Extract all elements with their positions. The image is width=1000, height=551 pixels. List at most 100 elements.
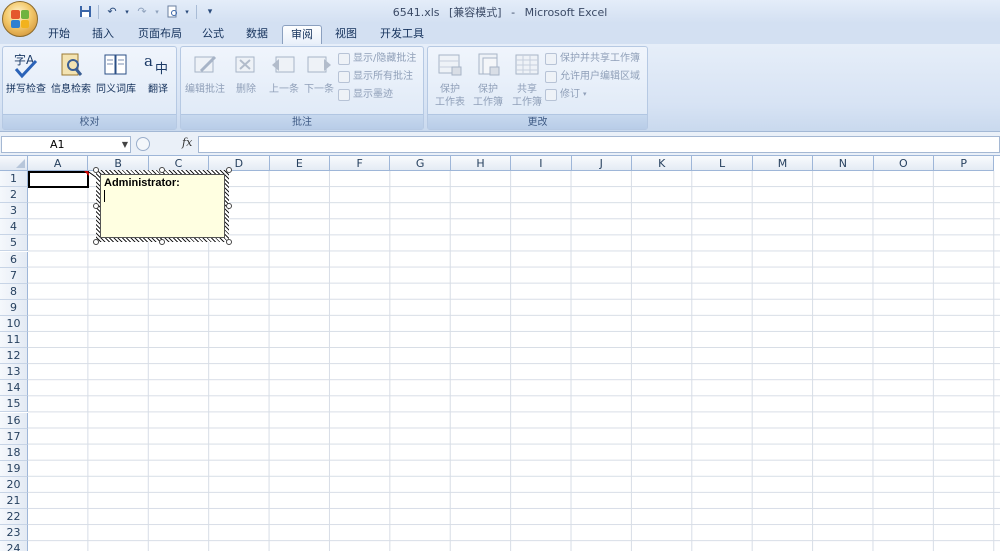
column-header-p[interactable]: P (934, 156, 995, 171)
row-header-3[interactable]: 3 (0, 203, 28, 220)
column-header-a[interactable]: A (28, 156, 89, 171)
row-header-14[interactable]: 14 (0, 380, 28, 397)
row-header-15[interactable]: 15 (0, 396, 28, 413)
name-box[interactable]: A1 ▼ (1, 136, 131, 153)
track-changes-dropdown-icon[interactable]: ▾ (583, 86, 587, 103)
resize-handle-r[interactable] (226, 203, 232, 209)
share-workbook-button[interactable]: 共享 工作簿 (506, 51, 548, 109)
show-all-comments-button[interactable]: 显示所有批注 (338, 68, 413, 85)
show-ink-icon (338, 88, 350, 101)
column-header-l[interactable]: L (692, 156, 753, 171)
protect-share-workbook-icon (545, 52, 557, 65)
research-button[interactable]: 信息检索 (50, 51, 92, 109)
column-header-d[interactable]: D (209, 156, 270, 171)
edit-comment-button[interactable]: 编辑批注 (184, 51, 226, 109)
column-header-i[interactable]: I (511, 156, 572, 171)
thesaurus-button[interactable]: 同义词库 (95, 51, 137, 109)
row-header-17[interactable]: 17 (0, 428, 28, 445)
resize-handle-bl[interactable] (93, 239, 99, 245)
resize-handle-br[interactable] (226, 239, 232, 245)
formula-input[interactable] (198, 136, 1000, 153)
ribbon-tabs: 开始 插入 页面布局 公式 数据 审阅 视图 开发工具 (0, 23, 1000, 44)
next-comment-button[interactable]: 下一条 (298, 51, 340, 109)
row-header-9[interactable]: 9 (0, 299, 28, 316)
column-header-o[interactable]: O (873, 156, 934, 171)
resize-handle-b[interactable] (159, 239, 165, 245)
show-hide-comment-label: 显示/隐藏批注 (353, 53, 417, 64)
row-header-12[interactable]: 12 (0, 348, 28, 365)
row-header-10[interactable]: 10 (0, 315, 28, 332)
column-header-m[interactable]: M (752, 156, 814, 171)
comment-box[interactable]: Administrator: (93, 167, 232, 245)
column-header-k[interactable]: K (632, 156, 693, 171)
comment-text-area[interactable]: Administrator: (100, 174, 225, 238)
spelling-button[interactable]: 字A 拼写检查 (5, 51, 47, 109)
tab-insert[interactable]: 插入 (84, 25, 122, 44)
column-header-n[interactable]: N (813, 156, 874, 171)
spelling-label: 拼写检查 (6, 84, 46, 95)
row-header-16[interactable]: 16 (0, 412, 28, 429)
name-box-dropdown-icon[interactable]: ▼ (122, 137, 128, 152)
protect-workbook-line1: 保护 (478, 84, 498, 95)
row-header-1[interactable]: 1 (0, 171, 28, 188)
expand-formula-icon[interactable] (136, 137, 150, 151)
column-header-f[interactable]: F (330, 156, 391, 171)
row-header-4[interactable]: 4 (0, 219, 28, 236)
share-workbook-icon (513, 51, 541, 79)
tab-view[interactable]: 视图 (327, 25, 365, 44)
excel-window: ↶ ▾ ↷ ▾ ▾ ▾ 6541.xls [兼容模式] - Microsoft … (0, 0, 1000, 551)
edit-comment-icon (191, 51, 219, 79)
row-header-8[interactable]: 8 (0, 283, 28, 300)
protect-workbook-button[interactable]: 保护 工作簿 (467, 51, 509, 109)
edit-comment-label: 编辑批注 (185, 84, 225, 95)
resize-handle-t[interactable] (159, 167, 165, 173)
name-box-value: A1 (50, 138, 65, 151)
resize-handle-l[interactable] (93, 203, 99, 209)
delete-comment-button[interactable]: 删除 (225, 51, 267, 109)
row-header-23[interactable]: 23 (0, 525, 28, 542)
row-header-7[interactable]: 7 (0, 267, 28, 284)
office-button[interactable] (2, 1, 38, 37)
resize-handle-tl[interactable] (93, 167, 99, 173)
show-ink-button[interactable]: 显示墨迹 (338, 86, 393, 103)
track-changes-button[interactable]: 修订 ▾ (545, 86, 587, 103)
row-header-11[interactable]: 11 (0, 332, 28, 349)
row-header-18[interactable]: 18 (0, 444, 28, 461)
resize-handle-tr[interactable] (226, 167, 232, 173)
column-header-c[interactable]: C (148, 156, 210, 171)
row-header-21[interactable]: 21 (0, 493, 28, 510)
formula-bar: A1 ▼ fx (0, 132, 1000, 156)
row-header-2[interactable]: 2 (0, 187, 28, 204)
select-all-button[interactable] (0, 156, 28, 171)
allow-edit-ranges-button[interactable]: 允许用户编辑区域 (545, 68, 640, 85)
tab-formulas[interactable]: 公式 (194, 25, 232, 44)
row-header-19[interactable]: 19 (0, 460, 28, 477)
row-header-22[interactable]: 22 (0, 509, 28, 526)
tab-developer[interactable]: 开发工具 (372, 25, 432, 44)
office-logo-icon (11, 10, 29, 28)
column-header-j[interactable]: J (571, 156, 632, 171)
tab-review[interactable]: 审阅 (282, 25, 322, 44)
insert-function-button[interactable]: fx (182, 136, 192, 149)
show-hide-comment-button[interactable]: 显示/隐藏批注 (338, 50, 416, 67)
next-comment-label: 下一条 (304, 84, 334, 95)
allow-edit-ranges-icon (545, 70, 557, 83)
delete-comment-label: 删除 (236, 84, 256, 95)
translate-button[interactable]: a中 翻译 (137, 51, 179, 109)
tab-data[interactable]: 数据 (238, 25, 276, 44)
column-header-h[interactable]: H (450, 156, 512, 171)
active-cell-a1[interactable] (28, 171, 89, 188)
row-header-24[interactable]: 24 (0, 541, 28, 551)
row-header-6[interactable]: 6 (0, 251, 28, 268)
protect-share-workbook-button[interactable]: 保护并共享工作簿 (545, 50, 640, 67)
tab-home[interactable]: 开始 (40, 25, 78, 44)
previous-comment-icon (270, 51, 298, 79)
tab-page-layout[interactable]: 页面布局 (130, 25, 190, 44)
row-header-20[interactable]: 20 (0, 476, 28, 493)
column-header-e[interactable]: E (269, 156, 330, 171)
column-header-g[interactable]: G (390, 156, 451, 171)
row-header-13[interactable]: 13 (0, 364, 28, 381)
row-header-5[interactable]: 5 (0, 235, 28, 252)
delete-comment-icon (232, 51, 260, 79)
protect-sheet-button[interactable]: 保护 工作表 (429, 51, 471, 109)
